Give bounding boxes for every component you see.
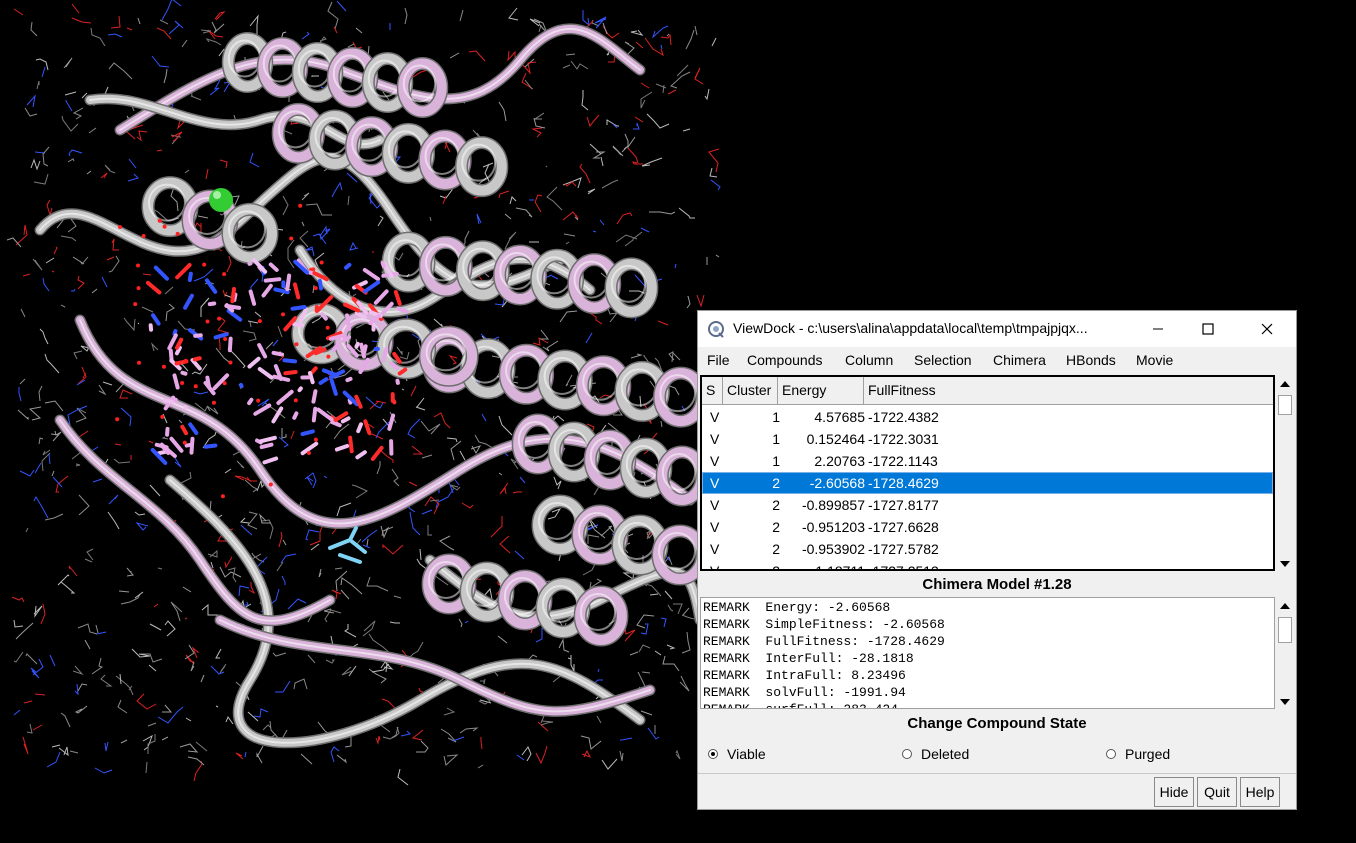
remark-scroll-up-button[interactable]	[1276, 597, 1294, 615]
remark-scroll-down-button[interactable]	[1276, 693, 1294, 711]
divider	[698, 773, 1296, 774]
cell-fullfitness: -1727.8177	[868, 497, 939, 513]
radio-label-purged: Purged	[1125, 746, 1171, 762]
column-header-cluster[interactable]: Cluster	[723, 377, 778, 404]
viewdock-window[interactable]: ViewDock - c:\users\alina\appdata\local\…	[697, 310, 1297, 810]
table-row[interactable]: V 2 -1.18711 -1727.2513	[702, 560, 1273, 571]
chimera-app-icon	[708, 321, 724, 338]
menu-hbonds[interactable]: HBonds	[1066, 352, 1116, 368]
table-row[interactable]: V 1 0.152464 -1722.3031	[702, 428, 1273, 450]
remark-scroll-thumb[interactable]	[1278, 617, 1292, 643]
ion-highlight	[213, 191, 221, 199]
minimize-icon	[1153, 328, 1163, 330]
cell-cluster: 2	[772, 541, 780, 557]
scroll-down-button[interactable]	[1276, 555, 1294, 573]
cell-fullfitness: -1722.3031	[868, 431, 939, 447]
radio-label-deleted: Deleted	[921, 746, 970, 762]
model-title: Chimera Model #1.28	[922, 576, 1072, 593]
table-header: S Cluster Energy FullFitness	[702, 377, 1273, 405]
scroll-thumb[interactable]	[1278, 395, 1292, 415]
table-row[interactable]: V 2 -2.60568 -1728.4629	[702, 472, 1273, 494]
radio-label-viable: Viable	[727, 746, 766, 762]
cell-fullfitness: -1728.4629	[868, 475, 939, 491]
cell-fullfitness: -1727.5782	[868, 541, 939, 557]
table-row[interactable]: V 1 4.57685 -1722.4382	[702, 406, 1273, 428]
maximize-icon	[1202, 323, 1214, 335]
menu-movie[interactable]: Movie	[1136, 352, 1173, 368]
cell-energy: -2.60568	[809, 475, 865, 491]
minimize-button[interactable]	[1135, 311, 1181, 347]
cell-energy: -1.18711	[810, 563, 865, 571]
scroll-up-button[interactable]	[1276, 375, 1294, 393]
arrow-up-icon	[1280, 603, 1290, 609]
remark-line: REMARK solvFull: -1991.94	[703, 685, 906, 700]
menu-selection[interactable]: Selection	[914, 352, 972, 368]
cell-cluster: 2	[772, 563, 780, 571]
remark-line: REMARK InterFull: -28.1818	[703, 651, 914, 666]
quit-button[interactable]: Quit	[1197, 777, 1237, 807]
radio-viable[interactable]: Viable	[708, 744, 766, 764]
change-state-title: Change Compound State	[907, 715, 1087, 732]
arrow-down-icon	[1280, 561, 1290, 567]
column-header-fullfitness[interactable]: FullFitness	[864, 377, 1273, 404]
arrow-up-icon	[1280, 381, 1290, 387]
menu-compounds[interactable]: Compounds	[747, 352, 823, 368]
cell-fullfitness: -1722.4382	[868, 409, 939, 425]
cell-energy: 4.57685	[814, 409, 865, 425]
cell-cluster: 2	[772, 475, 780, 491]
cell-fullfitness: -1727.2513	[868, 563, 939, 571]
remark-line: REMARK IntraFull: 8.23496	[703, 668, 906, 683]
menu-column[interactable]: Column	[845, 352, 893, 368]
cell-cluster: 1	[772, 431, 780, 447]
window-title: ViewDock - c:\users\alina\appdata\local\…	[733, 320, 1088, 336]
table-row[interactable]: V 1 2.20763 -1722.1143	[702, 450, 1273, 472]
cell-energy: -0.953902	[801, 541, 865, 557]
title-bar[interactable]: ViewDock - c:\users\alina\appdata\local\…	[698, 311, 1296, 347]
close-icon	[1261, 323, 1273, 335]
column-header-s[interactable]: S	[702, 377, 723, 404]
table-row[interactable]: V 2 -0.951203 -1727.6628	[702, 516, 1273, 538]
column-header-energy[interactable]: Energy	[778, 377, 864, 404]
cell-energy: -0.951203	[801, 519, 865, 535]
cell-cluster: 2	[772, 497, 780, 513]
remark-line: REMARK SimpleFitness: -2.60568	[703, 617, 945, 632]
cell-energy: -0.899857	[801, 497, 865, 513]
remark-text-area[interactable]: REMARK Energy: -2.60568 REMARK SimpleFitn…	[700, 597, 1275, 709]
compound-table[interactable]: S Cluster Energy FullFitness V 1 4.57685 -1…	[700, 375, 1275, 571]
table-row[interactable]: V 2 -0.899857 -1727.8177	[702, 494, 1273, 516]
menu-chimera[interactable]: Chimera	[993, 352, 1046, 368]
menu-bar: File Compounds Column Selection Chimera …	[698, 348, 1296, 374]
cell-cluster: 2	[772, 519, 780, 535]
radio-dot[interactable]	[902, 749, 912, 759]
cell-cluster: 1	[772, 453, 780, 469]
maximize-button[interactable]	[1185, 311, 1231, 347]
cell-energy: 2.20763	[814, 453, 865, 469]
help-button[interactable]: Help	[1240, 777, 1280, 807]
remark-line: REMARK Energy: -2.60568	[703, 600, 891, 615]
radio-dot-selected[interactable]	[708, 749, 718, 759]
close-button[interactable]	[1244, 311, 1290, 347]
table-scrollbar[interactable]	[1276, 375, 1294, 573]
hide-button[interactable]: Hide	[1154, 777, 1194, 807]
remark-scrollbar[interactable]	[1276, 597, 1294, 711]
radio-purged[interactable]: Purged	[1106, 744, 1170, 764]
remark-line: REMARK surfFull: 283.424	[703, 701, 898, 708]
cell-fullfitness: -1722.1143	[868, 453, 938, 469]
ion-sphere	[209, 188, 233, 212]
arrow-down-icon	[1280, 699, 1290, 705]
cell-fullfitness: -1727.6628	[868, 519, 939, 535]
cell-cluster: 1	[772, 409, 780, 425]
cell-energy: 0.152464	[806, 431, 865, 447]
radio-dot[interactable]	[1106, 749, 1116, 759]
table-row[interactable]: V 2 -0.953902 -1727.5782	[702, 538, 1273, 560]
radio-deleted[interactable]: Deleted	[902, 744, 969, 764]
remark-line: REMARK FullFitness: -1728.4629	[703, 634, 945, 649]
menu-file[interactable]: File	[707, 352, 730, 368]
